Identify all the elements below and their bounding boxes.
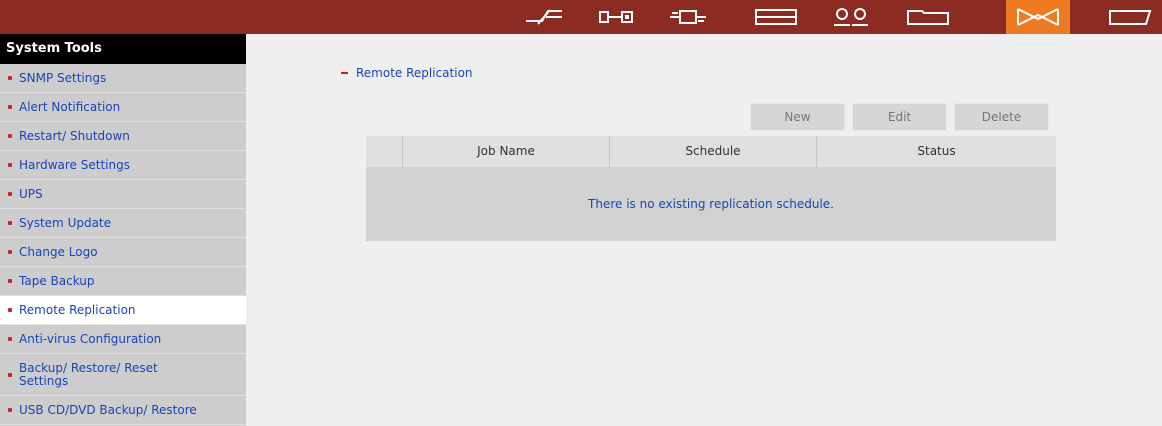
sidebar-item-snmp-settings[interactable]: SNMP Settings <box>0 64 246 93</box>
bullet-icon <box>8 250 12 254</box>
sidebar-item-system-update[interactable]: System Update <box>0 209 246 238</box>
bullet-icon <box>8 337 12 341</box>
sidebar-item-label: Anti-virus Configuration <box>19 332 162 346</box>
sidebar-item-alert-notification[interactable]: Alert Notification <box>0 93 246 122</box>
disk-icon[interactable] <box>744 0 808 34</box>
bullet-icon <box>8 279 12 283</box>
sidebar-item-label: Tape Backup <box>19 274 95 288</box>
sidebar-item-label: SNMP Settings <box>19 71 107 85</box>
sidebar-title: System Tools <box>0 34 246 64</box>
sidebar: System Tools SNMP Settings Alert Notific… <box>0 34 246 426</box>
sidebar-item-label: Remote Replication <box>19 303 136 317</box>
bullet-icon <box>8 105 12 109</box>
edit-button[interactable]: Edit <box>852 103 947 131</box>
sidebar-item-label: Backup/ Restore/ Reset Settings <box>19 360 158 388</box>
replication-table: Job Name Schedule Status There is no exi… <box>366 136 1056 241</box>
new-button[interactable]: New <box>750 103 845 131</box>
connector-icon[interactable] <box>656 0 720 34</box>
bullet-icon <box>8 372 12 377</box>
sidebar-item-label: Change Logo <box>19 245 98 259</box>
sidebar-item-label: Restart/ Shutdown <box>19 129 130 143</box>
bullet-icon <box>8 308 12 312</box>
sidebar-item-backup-restore-reset[interactable]: Backup/ Restore/ Reset Settings <box>0 354 246 396</box>
top-navigation-bar <box>0 0 1162 34</box>
bullet-icon <box>8 221 12 225</box>
sidebar-item-label: Hardware Settings <box>19 158 130 172</box>
sidebar-item-remote-replication[interactable]: Remote Replication <box>0 296 246 325</box>
sidebar-item-hardware-settings[interactable]: Hardware Settings <box>0 151 246 180</box>
sidebar-item-usb-backup-restore[interactable]: USB CD/DVD Backup/ Restore <box>0 396 246 425</box>
folder-icon[interactable] <box>896 0 960 34</box>
empty-table-message: There is no existing replication schedul… <box>588 197 834 211</box>
delete-button[interactable]: Delete <box>954 103 1049 131</box>
bullet-icon <box>8 192 12 196</box>
sidebar-item-change-logo[interactable]: Change Logo <box>0 238 246 267</box>
sidebar-item-restart-shutdown[interactable]: Restart/ Shutdown <box>0 122 246 151</box>
bullet-icon <box>8 76 12 80</box>
sidebar-item-label: UPS <box>19 187 43 201</box>
table-header: Job Name Schedule Status <box>366 136 1056 167</box>
sidebar-item-label: Alert Notification <box>19 100 121 114</box>
bullet-icon <box>8 134 12 138</box>
system-tools-icon[interactable] <box>1006 0 1070 34</box>
column-header-status[interactable]: Status <box>816 136 1056 167</box>
network-icon[interactable] <box>584 0 648 34</box>
bolt-icon[interactable] <box>512 0 576 34</box>
sidebar-item-label: System Update <box>19 216 112 230</box>
dash-icon <box>341 71 348 74</box>
bullet-icon <box>8 408 12 412</box>
sidebar-item-anti-virus-configuration[interactable]: Anti-virus Configuration <box>0 325 246 354</box>
tag-icon[interactable] <box>1098 0 1162 34</box>
breadcrumb-label: Remote Replication <box>356 66 473 80</box>
column-header-job-name[interactable]: Job Name <box>402 136 609 167</box>
bullet-icon <box>8 163 12 167</box>
breadcrumb: Remote Replication <box>341 66 473 80</box>
column-header-schedule[interactable]: Schedule <box>609 136 816 167</box>
sidebar-item-ups[interactable]: UPS <box>0 180 246 209</box>
users-icon[interactable] <box>820 0 884 34</box>
sidebar-item-tape-backup[interactable]: Tape Backup <box>0 267 246 296</box>
sidebar-item-label: USB CD/DVD Backup/ Restore <box>19 403 197 417</box>
